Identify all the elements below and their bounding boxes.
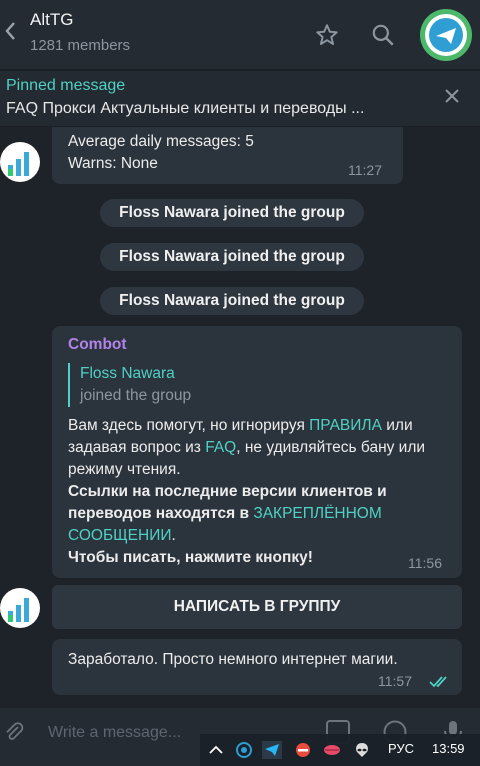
own-message: Заработало. Просто немного интернет маги… [52, 639, 462, 695]
lips-icon[interactable] [322, 741, 342, 759]
quote-name: Floss Nawara [80, 365, 175, 382]
bot-avatar[interactable] [0, 588, 40, 628]
chevron-up-icon[interactable] [206, 741, 226, 759]
rules-link[interactable]: ПРАВИЛА [309, 417, 382, 434]
alien-icon[interactable] [352, 741, 372, 759]
combot-body: Вам здесь помогут, но игнорируя ПРАВИЛА … [68, 415, 453, 569]
pinned-text: FAQ Прокси Актуальные клиенты и переводы… [6, 100, 365, 117]
message-time: 11:57 [378, 673, 412, 689]
stats-line-1: Average daily messages: 5 [68, 133, 254, 150]
faq-link[interactable]: FAQ [205, 439, 236, 456]
stats-message: Average daily messages: 5 Warns: None 11… [52, 127, 403, 184]
pinned-message-bar[interactable]: Pinned message FAQ Прокси Актуальные кли… [0, 71, 480, 127]
telegram-tray-icon[interactable] [262, 741, 282, 759]
body-text: Вам здесь помогут, но игнорируя [68, 417, 310, 434]
language-indicator[interactable]: РУС [388, 741, 414, 756]
body-text: Чтобы писать, нажмите кнопку! [68, 549, 313, 566]
reply-quote[interactable]: Floss Nawara joined the group [68, 363, 191, 407]
stats-line-2: Warns: None [68, 155, 158, 172]
back-arrow-icon[interactable] [0, 20, 22, 50]
service-message: Floss Nawara joined the group [100, 243, 364, 271]
combot-message: Combot Floss Nawara joined the group Вам… [52, 326, 462, 578]
body-text: . [171, 527, 176, 544]
message-time: 11:27 [348, 162, 382, 178]
write-to-group-button[interactable]: НАПИСАТЬ В ГРУППУ [52, 585, 462, 629]
member-count: 1281 members [30, 37, 131, 54]
chat-header: AltTG 1281 members [0, 0, 480, 70]
pinned-label: Pinned message [6, 77, 126, 94]
quote-text: joined the group [80, 387, 192, 404]
own-message-text: Заработало. Просто немного интернет маги… [68, 651, 398, 668]
read-checkmarks-icon [428, 673, 452, 689]
message-time: 11:56 [408, 555, 442, 571]
group-avatar[interactable] [420, 9, 472, 61]
star-icon[interactable] [314, 22, 340, 48]
chat-title[interactable]: AltTG [30, 10, 73, 30]
no-entry-icon[interactable] [293, 741, 313, 759]
service-message: Floss Nawara joined the group [100, 287, 364, 315]
search-icon[interactable] [370, 22, 396, 48]
service-message: Floss Nawara joined the group [100, 199, 364, 227]
sender-name[interactable]: Combot [68, 336, 127, 354]
close-pinned-icon[interactable] [438, 84, 466, 112]
system-clock[interactable]: 13:59 [432, 741, 465, 756]
sync-icon[interactable] [234, 741, 254, 759]
bot-avatar[interactable] [0, 142, 40, 182]
paperclip-icon[interactable] [2, 720, 26, 744]
